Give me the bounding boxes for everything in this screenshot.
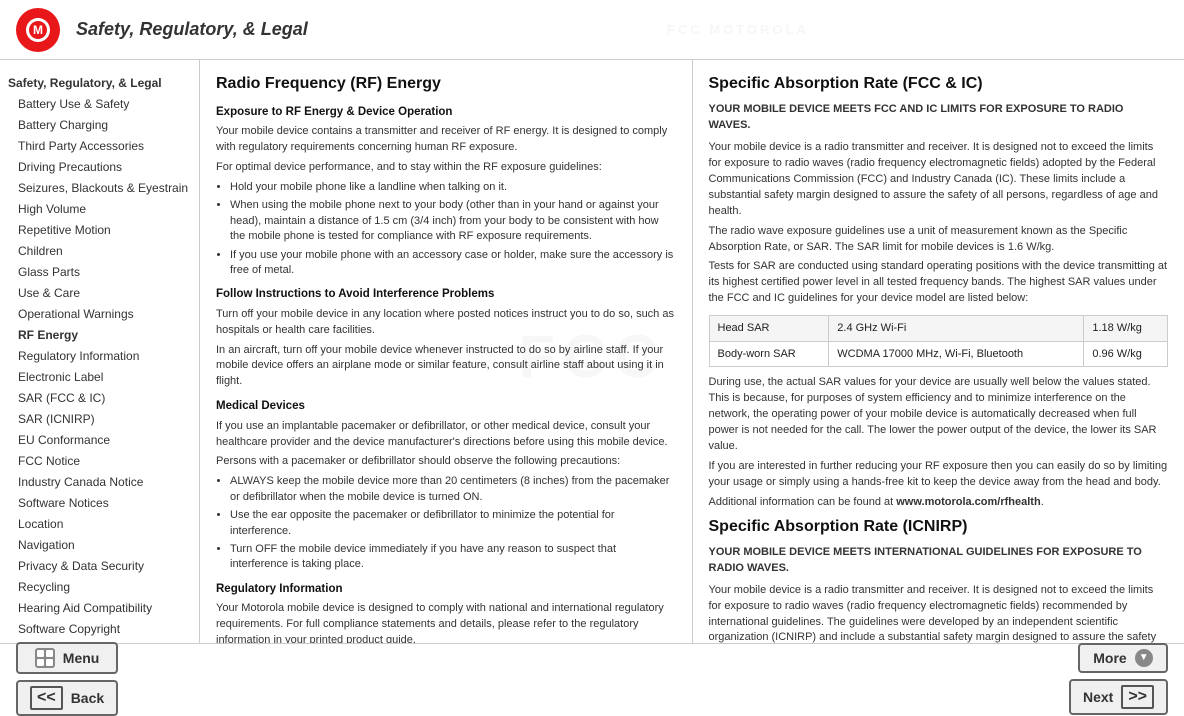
rf-energy-title: Radio Frequency (RF) Energy [216, 72, 676, 96]
sidebar-item-high-volume[interactable]: High Volume [4, 198, 195, 219]
sidebar-item-software-copyright[interactable]: Software Copyright [4, 618, 195, 639]
sidebar-item-sar-icnirp[interactable]: SAR (ICNIRP) [4, 408, 195, 429]
sar-head-col1: Head SAR [709, 316, 829, 342]
sidebar-item-glass-parts[interactable]: Glass Parts [4, 261, 195, 282]
svg-text:M: M [33, 22, 43, 36]
sar-icnirp-subtitle: YOUR MOBILE DEVICE MEETS INTERNATIONAL G… [709, 545, 1169, 577]
back-button[interactable]: << Back [16, 680, 118, 716]
sidebar-item-battery-charging[interactable]: Battery Charging [4, 114, 195, 135]
sidebar-item-operational-warnings[interactable]: Operational Warnings [4, 303, 195, 324]
content-area: Radio Frequency (RF) Energy Exposure to … [200, 60, 1184, 643]
more-label: More [1093, 650, 1126, 666]
exposure-body2: For optimal device performance, and to s… [216, 160, 676, 176]
sidebar-item-driving[interactable]: Driving Precautions [4, 156, 195, 177]
sidebar-item-safety-regulatory[interactable]: Safety, Regulatory, & Legal [4, 72, 195, 93]
sar-fcc-body5: If you are interested in further reducin… [709, 459, 1169, 491]
next-icon: >> [1121, 685, 1154, 709]
medical-bullet-1: ALWAYS keep the mobile device more than … [230, 474, 676, 505]
sar-row-body: Body-worn SAR WCDMA 17000 MHz, Wi-Fi, Bl… [709, 341, 1168, 367]
sidebar-item-privacy[interactable]: Privacy & Data Security [4, 555, 195, 576]
sidebar-item-recycling[interactable]: Recycling [4, 576, 195, 597]
sidebar-item-regulatory-info[interactable]: Regulatory Information [4, 345, 195, 366]
sidebar: Safety, Regulatory, & Legal Battery Use … [0, 60, 200, 643]
bottom-right-buttons: More ▼ Next >> [1069, 643, 1168, 715]
exposure-body1: Your mobile device contains a transmitte… [216, 124, 676, 156]
sar-fcc-body6-end: . [1041, 496, 1044, 508]
sidebar-item-battery-use[interactable]: Battery Use & Safety [4, 93, 195, 114]
sar-fcc-body1: Your mobile device is a radio transmitte… [709, 140, 1169, 220]
sidebar-item-third-party[interactable]: Third Party Accessories [4, 135, 195, 156]
sidebar-item-hearing-aid[interactable]: Hearing Aid Compatibility [4, 597, 195, 618]
sidebar-item-repetitive-motion[interactable]: Repetitive Motion [4, 219, 195, 240]
regulatory-info-body: Your Motorola mobile device is designed … [216, 601, 676, 643]
sidebar-item-seizures[interactable]: Seizures, Blackouts & Eyestrain [4, 177, 195, 198]
sar-head-col3: 1.18 W/kg [1084, 316, 1168, 342]
motorola-logo: M [16, 8, 60, 52]
sidebar-item-electronic-label[interactable]: Electronic Label [4, 366, 195, 387]
more-icon: ▼ [1135, 649, 1153, 667]
medical-title: Medical Devices [216, 398, 676, 415]
sar-body-col2: WCDMA 17000 MHz, Wi-Fi, Bluetooth [829, 341, 1084, 367]
fcc-watermark-header: FCC MOTOROLA [308, 22, 1168, 37]
sar-fcc-body6-text: Additional information can be found at [709, 496, 897, 508]
sidebar-item-rf-energy[interactable]: RF Energy [4, 324, 195, 345]
exposure-bullets: Hold your mobile phone like a landline w… [216, 180, 676, 278]
sar-table: Head SAR 2.4 GHz Wi-Fi 1.18 W/kg Body-wo… [709, 315, 1169, 367]
medical-bullet-3: Turn OFF the mobile device immediately i… [230, 542, 676, 573]
sidebar-item-children[interactable]: Children [4, 240, 195, 261]
menu-icon-grid [37, 650, 53, 666]
sidebar-item-eu-conformance[interactable]: EU Conformance [4, 429, 195, 450]
menu-icon [35, 648, 55, 668]
medical-body1: If you use an implantable pacemaker or d… [216, 419, 676, 451]
sar-fcc-body3: Tests for SAR are conducted using standa… [709, 259, 1169, 307]
sar-fcc-subtitle: YOUR MOBILE DEVICE MEETS FCC AND IC LIMI… [709, 102, 1169, 134]
menu-button[interactable]: Menu [16, 642, 118, 674]
main-container: Safety, Regulatory, & Legal Battery Use … [0, 60, 1184, 643]
regulatory-info-title: Regulatory Information [216, 581, 676, 598]
next-label: Next [1083, 689, 1113, 705]
medical-body2: Persons with a pacemaker or defibrillato… [216, 454, 676, 470]
page-title: Safety, Regulatory, & Legal [76, 19, 308, 40]
sidebar-item-navigation[interactable]: Navigation [4, 534, 195, 555]
sar-row-head: Head SAR 2.4 GHz Wi-Fi 1.18 W/kg [709, 316, 1168, 342]
sar-icnirp-body1: Your mobile device is a radio transmitte… [709, 583, 1169, 643]
medical-bullet-2: Use the ear opposite the pacemaker or de… [230, 508, 676, 539]
back-label: Back [71, 690, 104, 706]
exposure-bullet-3: If you use your mobile phone with an acc… [230, 248, 676, 279]
interference-title: Follow Instructions to Avoid Interferenc… [216, 286, 676, 303]
sidebar-item-use-care[interactable]: Use & Care [4, 282, 195, 303]
header: M Safety, Regulatory, & Legal FCC MOTORO… [0, 0, 1184, 60]
sar-fcc-link[interactable]: www.motorola.com/rfhealth [896, 496, 1040, 508]
sar-fcc-body2: The radio wave exposure guidelines use a… [709, 224, 1169, 256]
sar-body-col1: Body-worn SAR [709, 341, 829, 367]
next-button[interactable]: Next >> [1069, 679, 1168, 715]
left-panel: Radio Frequency (RF) Energy Exposure to … [200, 60, 693, 643]
sidebar-item-industry-canada[interactable]: Industry Canada Notice [4, 471, 195, 492]
back-icon: << [30, 686, 63, 710]
menu-label: Menu [63, 650, 100, 666]
sar-icnirp-title: Specific Absorption Rate (ICNIRP) [709, 515, 1169, 539]
medical-bullets: ALWAYS keep the mobile device more than … [216, 474, 676, 572]
sidebar-item-location[interactable]: Location [4, 513, 195, 534]
sidebar-item-software-notices[interactable]: Software Notices [4, 492, 195, 513]
exposure-bullet-2: When using the mobile phone next to your… [230, 198, 676, 244]
sar-body-col3: 0.96 W/kg [1084, 341, 1168, 367]
interference-body2: In an aircraft, turn off your mobile dev… [216, 343, 676, 391]
sidebar-item-fcc-notice[interactable]: FCC Notice [4, 450, 195, 471]
exposure-title: Exposure to RF Energy & Device Operation [216, 104, 676, 121]
sar-fcc-title: Specific Absorption Rate (FCC & IC) [709, 72, 1169, 96]
interference-body1: Turn off your mobile device in any locat… [216, 307, 676, 339]
exposure-bullet-1: Hold your mobile phone like a landline w… [230, 180, 676, 195]
bottom-bar: Menu << Back More ▼ Next >> [0, 643, 1184, 713]
sidebar-item-sar-fcc[interactable]: SAR (FCC & IC) [4, 387, 195, 408]
sar-fcc-body4: During use, the actual SAR values for yo… [709, 375, 1169, 455]
right-panel: Specific Absorption Rate (FCC & IC) YOUR… [693, 60, 1184, 643]
sar-fcc-body6: Additional information can be found at w… [709, 495, 1169, 511]
bottom-left-buttons: Menu << Back [16, 642, 118, 716]
sar-head-col2: 2.4 GHz Wi-Fi [829, 316, 1084, 342]
more-button[interactable]: More ▼ [1078, 643, 1168, 673]
